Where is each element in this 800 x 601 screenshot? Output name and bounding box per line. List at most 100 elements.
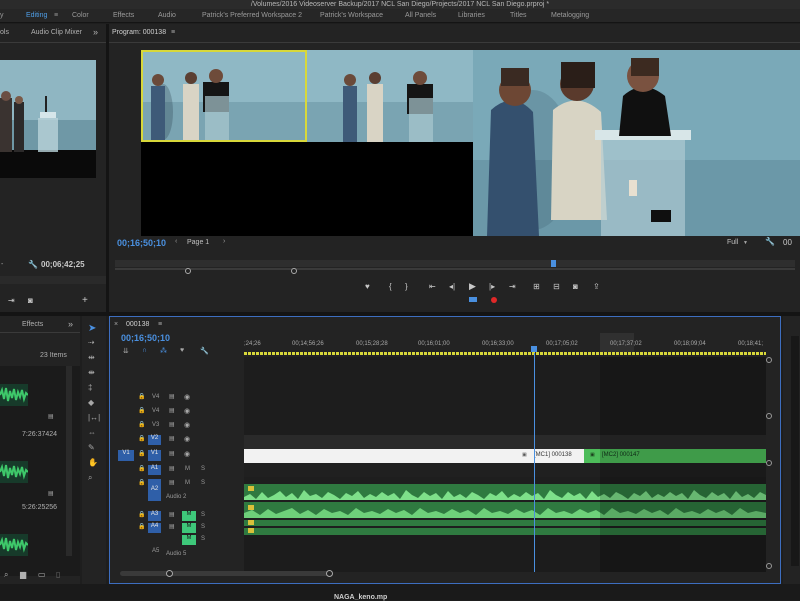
work-area-bar[interactable]: [244, 352, 766, 355]
lock-icon[interactable]: 🔒: [138, 523, 145, 530]
track-label-v2[interactable]: V2: [148, 435, 161, 445]
go-to-in-icon[interactable]: ⇤: [429, 282, 436, 291]
ripple-edit-icon[interactable]: ⇹: [88, 353, 95, 362]
zoom-handle-right[interactable]: [291, 268, 297, 274]
page-prev-icon[interactable]: ‹: [175, 238, 177, 245]
camera-angle-2[interactable]: [307, 50, 473, 142]
mute-button-active[interactable]: M: [182, 511, 196, 521]
eye-icon[interactable]: ◉: [184, 407, 190, 415]
workspace-tab-effects[interactable]: Effects: [113, 12, 134, 19]
sync-lock-icon[interactable]: ▤: [169, 523, 175, 530]
resolution-select[interactable]: Full: [727, 239, 738, 246]
mark-in-icon[interactable]: {: [389, 282, 392, 291]
zoom-handle-left[interactable]: [185, 268, 191, 274]
sync-lock-icon[interactable]: ▤: [169, 511, 175, 518]
rate-stretch-icon[interactable]: ‡: [88, 383, 92, 392]
project-scrollbar[interactable]: [66, 366, 72, 556]
mute-button[interactable]: M: [185, 466, 190, 472]
sync-lock-icon[interactable]: ▤: [169, 407, 175, 414]
solo-button[interactable]: S: [201, 536, 205, 542]
pen-icon[interactable]: ✎: [88, 443, 95, 452]
solo-button[interactable]: S: [201, 512, 205, 518]
program-scrub-bar[interactable]: [115, 260, 795, 267]
workspace-tab-preferred-2[interactable]: Patrick's Preferred Workspace 2: [202, 12, 302, 19]
panel-overflow-chevron-2[interactable]: »: [68, 319, 73, 329]
v-scroll-handle-mid[interactable]: [766, 413, 772, 419]
sync-lock-icon[interactable]: ▤: [169, 393, 175, 400]
go-to-out-icon[interactable]: ⇥: [509, 282, 516, 291]
eye-icon[interactable]: ◉: [184, 393, 190, 401]
marker-icon[interactable]: ♥: [180, 347, 184, 354]
video-clip-mc1[interactable]: ▣ [MC1] 000138: [244, 449, 584, 463]
tab-effects[interactable]: Effects: [22, 321, 43, 328]
workspace-tab-patricks[interactable]: Patrick's Workspace: [320, 12, 383, 19]
sync-lock-icon[interactable]: ▤: [169, 435, 175, 442]
time-ruler[interactable]: ;24;26 00;14;56;26 00;15;28;28 00;16;01;…: [244, 333, 766, 355]
program-title[interactable]: Program: 000138: [112, 29, 166, 36]
track-label-v4a[interactable]: V4: [152, 394, 159, 400]
selection-tool-icon[interactable]: ➤: [88, 323, 96, 334]
tab-effect-controls-fragment[interactable]: ols: [0, 29, 9, 36]
rolling-edit-icon[interactable]: ⇼: [88, 368, 95, 377]
v-scroll-handle-audio[interactable]: [766, 460, 772, 466]
sequence-menu-icon[interactable]: ≡: [158, 321, 162, 328]
record-icon[interactable]: [491, 297, 497, 303]
trash-icon[interactable]: ▯: [56, 570, 60, 579]
track-label-v4[interactable]: V4: [152, 408, 159, 414]
panel-overflow-chevron[interactable]: »: [93, 27, 98, 37]
eye-icon[interactable]: ◉: [184, 435, 190, 443]
new-bin-icon[interactable]: ▆: [20, 570, 26, 579]
camera-angle-1[interactable]: [141, 50, 307, 142]
page-next-icon[interactable]: ›: [223, 238, 225, 245]
timeline-timecode[interactable]: 00;16;50;10: [121, 333, 170, 343]
chevron-down-icon[interactable]: ▼: [743, 240, 748, 246]
lock-icon[interactable]: 🔒: [138, 421, 145, 428]
workspace-tab-titles[interactable]: Titles: [510, 12, 526, 19]
workspace-tab-libraries[interactable]: Libraries: [458, 12, 485, 19]
mute-button[interactable]: M: [185, 480, 190, 486]
sequence-tab[interactable]: 000138: [126, 321, 149, 328]
solo-button[interactable]: S: [201, 466, 205, 472]
workspace-tab-audio[interactable]: Audio: [158, 12, 176, 19]
linked-selection-icon[interactable]: ⁂: [160, 347, 167, 355]
eye-icon[interactable]: ◉: [184, 450, 190, 458]
extract-icon[interactable]: ⊟: [553, 282, 560, 291]
v-scroll-handle-top[interactable]: [766, 357, 772, 363]
source-patch-v1[interactable]: V1: [118, 450, 134, 461]
source-scrubber[interactable]: [0, 276, 106, 284]
program-timecode[interactable]: 00;16;50;10: [117, 238, 166, 248]
track-label-a2[interactable]: A2: [148, 479, 161, 501]
audio-thumbnail-1[interactable]: [0, 384, 28, 406]
add-marker-icon[interactable]: ♥: [365, 282, 370, 291]
step-back-icon[interactable]: ◂|: [449, 282, 455, 291]
camera-icon[interactable]: ◙: [28, 296, 33, 305]
hscroll-handle-left[interactable]: [166, 570, 173, 577]
lock-icon[interactable]: 🔒: [138, 435, 145, 442]
lock-icon[interactable]: 🔒: [138, 407, 145, 414]
mute-button-active[interactable]: M: [182, 535, 196, 545]
playhead-marker[interactable]: [551, 260, 556, 267]
close-icon[interactable]: ×: [114, 321, 118, 328]
wrench-icon[interactable]: 🔧: [28, 260, 38, 269]
hand-icon[interactable]: ✋: [88, 458, 98, 467]
step-forward-icon[interactable]: |▸: [489, 282, 495, 291]
sync-lock-icon[interactable]: ▤: [169, 450, 175, 457]
export-frame-camera-icon[interactable]: ◙: [573, 282, 578, 291]
track-label-a3[interactable]: A3: [148, 511, 161, 521]
solo-button[interactable]: S: [201, 524, 205, 530]
lift-icon[interactable]: ⊞: [533, 282, 540, 291]
timeline-hscroll[interactable]: [120, 571, 330, 576]
workspace-tab-partial[interactable]: y: [0, 12, 4, 19]
mark-out-icon[interactable]: }: [405, 282, 408, 291]
track-label-v3[interactable]: V3: [152, 422, 159, 428]
snap-icon[interactable]: ∩: [142, 347, 147, 354]
track-select-icon[interactable]: ⇢: [88, 338, 95, 347]
track-label-a1[interactable]: A1: [148, 465, 161, 475]
slide-icon[interactable]: ⇔: [88, 428, 96, 437]
workspace-tab-color[interactable]: Color: [72, 12, 89, 19]
share-icon[interactable]: ⇪: [593, 282, 600, 291]
razor-icon[interactable]: ◆: [88, 398, 94, 407]
slip-icon[interactable]: |↔|: [88, 413, 100, 422]
play-icon[interactable]: ▶: [469, 281, 476, 292]
sync-lock-icon[interactable]: ▤: [169, 421, 175, 428]
